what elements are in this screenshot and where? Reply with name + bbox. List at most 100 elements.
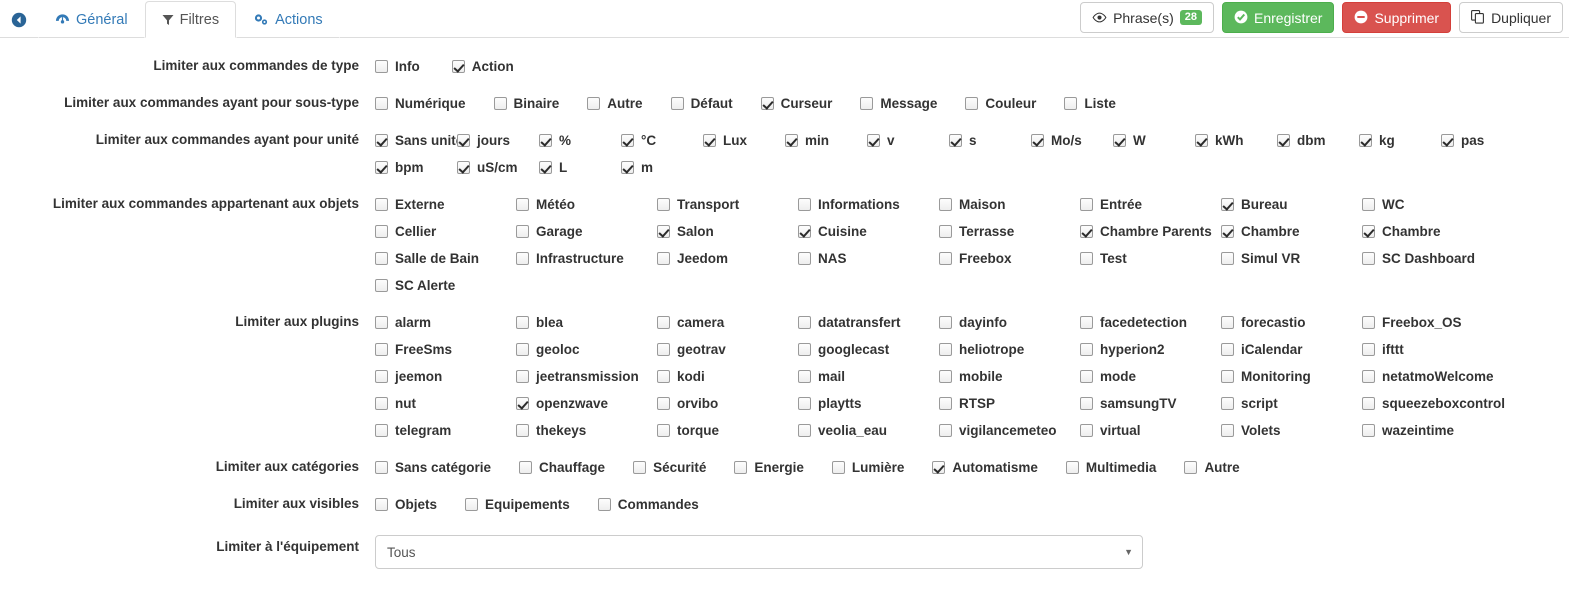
checkbox-unchecked-icon[interactable] (1080, 251, 1093, 265)
checkbox-unchecked-icon[interactable] (798, 342, 811, 356)
checkbox-unchecked-icon[interactable] (670, 96, 684, 110)
checkbox-unchecked-icon[interactable] (375, 278, 388, 292)
checkbox-unchecked-icon[interactable] (1065, 460, 1079, 474)
checkbox-unchecked-icon[interactable] (516, 369, 529, 383)
equipment-select[interactable]: Tous (375, 535, 1143, 569)
checkbox-object-3[interactable]: Informations (798, 192, 939, 216)
checkbox-plugin-21[interactable]: mode (1080, 364, 1221, 388)
checkbox-command-unit-14[interactable]: bpm (375, 155, 457, 179)
checkbox-checked-icon[interactable] (1195, 133, 1208, 147)
checkbox-checked-icon[interactable] (375, 133, 388, 147)
checkbox-unchecked-icon[interactable] (1362, 342, 1375, 356)
back-button[interactable] (0, 1, 38, 38)
checkbox-checked-icon[interactable] (760, 96, 774, 110)
checkbox-checked-icon[interactable] (949, 133, 962, 147)
checkbox-unchecked-icon[interactable] (939, 197, 952, 211)
delete-button[interactable]: Supprimer (1342, 2, 1452, 33)
checkbox-command-unit-1[interactable]: jours (457, 128, 539, 152)
checkbox-unchecked-icon[interactable] (939, 251, 952, 265)
checkbox-unchecked-icon[interactable] (493, 96, 507, 110)
checkbox-checked-icon[interactable] (451, 59, 465, 73)
checkbox-command-subtype-2[interactable]: Autre (587, 91, 643, 115)
checkbox-category-4[interactable]: Lumière (831, 455, 904, 479)
checkbox-checked-icon[interactable] (785, 133, 798, 147)
checkbox-command-unit-7[interactable]: s (949, 128, 1031, 152)
checkbox-command-unit-12[interactable]: kg (1359, 128, 1441, 152)
checkbox-command-unit-11[interactable]: dbm (1277, 128, 1359, 152)
checkbox-command-subtype-3[interactable]: Défaut (670, 91, 733, 115)
checkbox-plugin-20[interactable]: mobile (939, 364, 1080, 388)
checkbox-unchecked-icon[interactable] (1221, 369, 1234, 383)
checkbox-checked-icon[interactable] (539, 160, 552, 174)
checkbox-unchecked-icon[interactable] (516, 251, 529, 265)
checkbox-unchecked-icon[interactable] (375, 497, 388, 511)
checkbox-unchecked-icon[interactable] (465, 497, 479, 511)
checkbox-command-unit-5[interactable]: min (785, 128, 867, 152)
checkbox-command-unit-2[interactable]: % (539, 128, 621, 152)
checkbox-unchecked-icon[interactable] (375, 96, 388, 110)
checkbox-unchecked-icon[interactable] (657, 423, 670, 437)
checkbox-plugin-14[interactable]: iCalendar (1221, 337, 1362, 361)
checkbox-plugin-13[interactable]: hyperion2 (1080, 337, 1221, 361)
checkbox-plugin-2[interactable]: camera (657, 310, 798, 334)
checkbox-unchecked-icon[interactable] (1362, 396, 1375, 410)
checkbox-unchecked-icon[interactable] (734, 460, 748, 474)
checkbox-command-subtype-6[interactable]: Couleur (965, 91, 1036, 115)
checkbox-plugin-28[interactable]: RTSP (939, 391, 1080, 415)
checkbox-unchecked-icon[interactable] (375, 369, 388, 383)
checkbox-category-7[interactable]: Autre (1184, 455, 1240, 479)
checkbox-plugin-25[interactable]: openzwave (516, 391, 657, 415)
checkbox-checked-icon[interactable] (867, 133, 880, 147)
phrases-button[interactable]: Phrase(s) 28 (1080, 2, 1214, 33)
checkbox-unchecked-icon[interactable] (1080, 396, 1093, 410)
checkbox-unchecked-icon[interactable] (516, 197, 529, 211)
checkbox-unchecked-icon[interactable] (375, 197, 388, 211)
checkbox-visible-1[interactable]: Equipements (465, 492, 570, 516)
checkbox-visible-2[interactable]: Commandes (597, 492, 699, 516)
checkbox-category-2[interactable]: Sécurité (633, 455, 706, 479)
checkbox-checked-icon[interactable] (1221, 224, 1234, 238)
checkbox-unchecked-icon[interactable] (1362, 369, 1375, 383)
checkbox-unchecked-icon[interactable] (375, 460, 388, 474)
checkbox-unchecked-icon[interactable] (1221, 251, 1234, 265)
checkbox-plugin-17[interactable]: jeetransmission (516, 364, 657, 388)
checkbox-plugin-8[interactable]: FreeSms (375, 337, 516, 361)
checkbox-unchecked-icon[interactable] (516, 224, 529, 238)
checkbox-unchecked-icon[interactable] (798, 369, 811, 383)
checkbox-unchecked-icon[interactable] (657, 369, 670, 383)
checkbox-unchecked-icon[interactable] (798, 197, 811, 211)
checkbox-command-unit-3[interactable]: °C (621, 128, 703, 152)
checkbox-plugin-37[interactable]: virtual (1080, 418, 1221, 442)
checkbox-command-unit-0[interactable]: Sans unité (375, 128, 463, 152)
checkbox-unchecked-icon[interactable] (1362, 251, 1375, 265)
checkbox-unchecked-icon[interactable] (516, 315, 529, 329)
checkbox-checked-icon[interactable] (657, 224, 670, 238)
checkbox-checked-icon[interactable] (1113, 133, 1126, 147)
checkbox-plugin-3[interactable]: datatransfert (798, 310, 939, 334)
checkbox-unchecked-icon[interactable] (798, 396, 811, 410)
checkbox-plugin-0[interactable]: alarm (375, 310, 516, 334)
checkbox-command-subtype-0[interactable]: Numérique (375, 91, 466, 115)
checkbox-checked-icon[interactable] (1031, 133, 1044, 147)
checkbox-command-unit-17[interactable]: m (621, 155, 703, 179)
checkbox-object-7[interactable]: WC (1362, 192, 1503, 216)
checkbox-unchecked-icon[interactable] (516, 423, 529, 437)
checkbox-unchecked-icon[interactable] (1184, 460, 1198, 474)
checkbox-checked-icon[interactable] (457, 133, 470, 147)
duplicate-button[interactable]: Dupliquer (1459, 2, 1563, 33)
checkbox-command-unit-15[interactable]: uS/cm (457, 155, 539, 179)
checkbox-unchecked-icon[interactable] (860, 96, 874, 110)
checkbox-unchecked-icon[interactable] (1080, 342, 1093, 356)
tab-general[interactable]: Général (38, 1, 145, 38)
checkbox-checked-icon[interactable] (621, 133, 634, 147)
checkbox-unchecked-icon[interactable] (1080, 369, 1093, 383)
checkbox-category-6[interactable]: Multimedia (1065, 455, 1156, 479)
checkbox-unchecked-icon[interactable] (375, 59, 388, 73)
checkbox-checked-icon[interactable] (516, 396, 529, 410)
checkbox-plugin-19[interactable]: mail (798, 364, 939, 388)
checkbox-object-15[interactable]: Chambre (1362, 219, 1503, 243)
checkbox-object-18[interactable]: Jeedom (657, 246, 798, 270)
checkbox-command-unit-4[interactable]: Lux (703, 128, 785, 152)
checkbox-checked-icon[interactable] (1277, 133, 1290, 147)
checkbox-checked-icon[interactable] (539, 133, 552, 147)
